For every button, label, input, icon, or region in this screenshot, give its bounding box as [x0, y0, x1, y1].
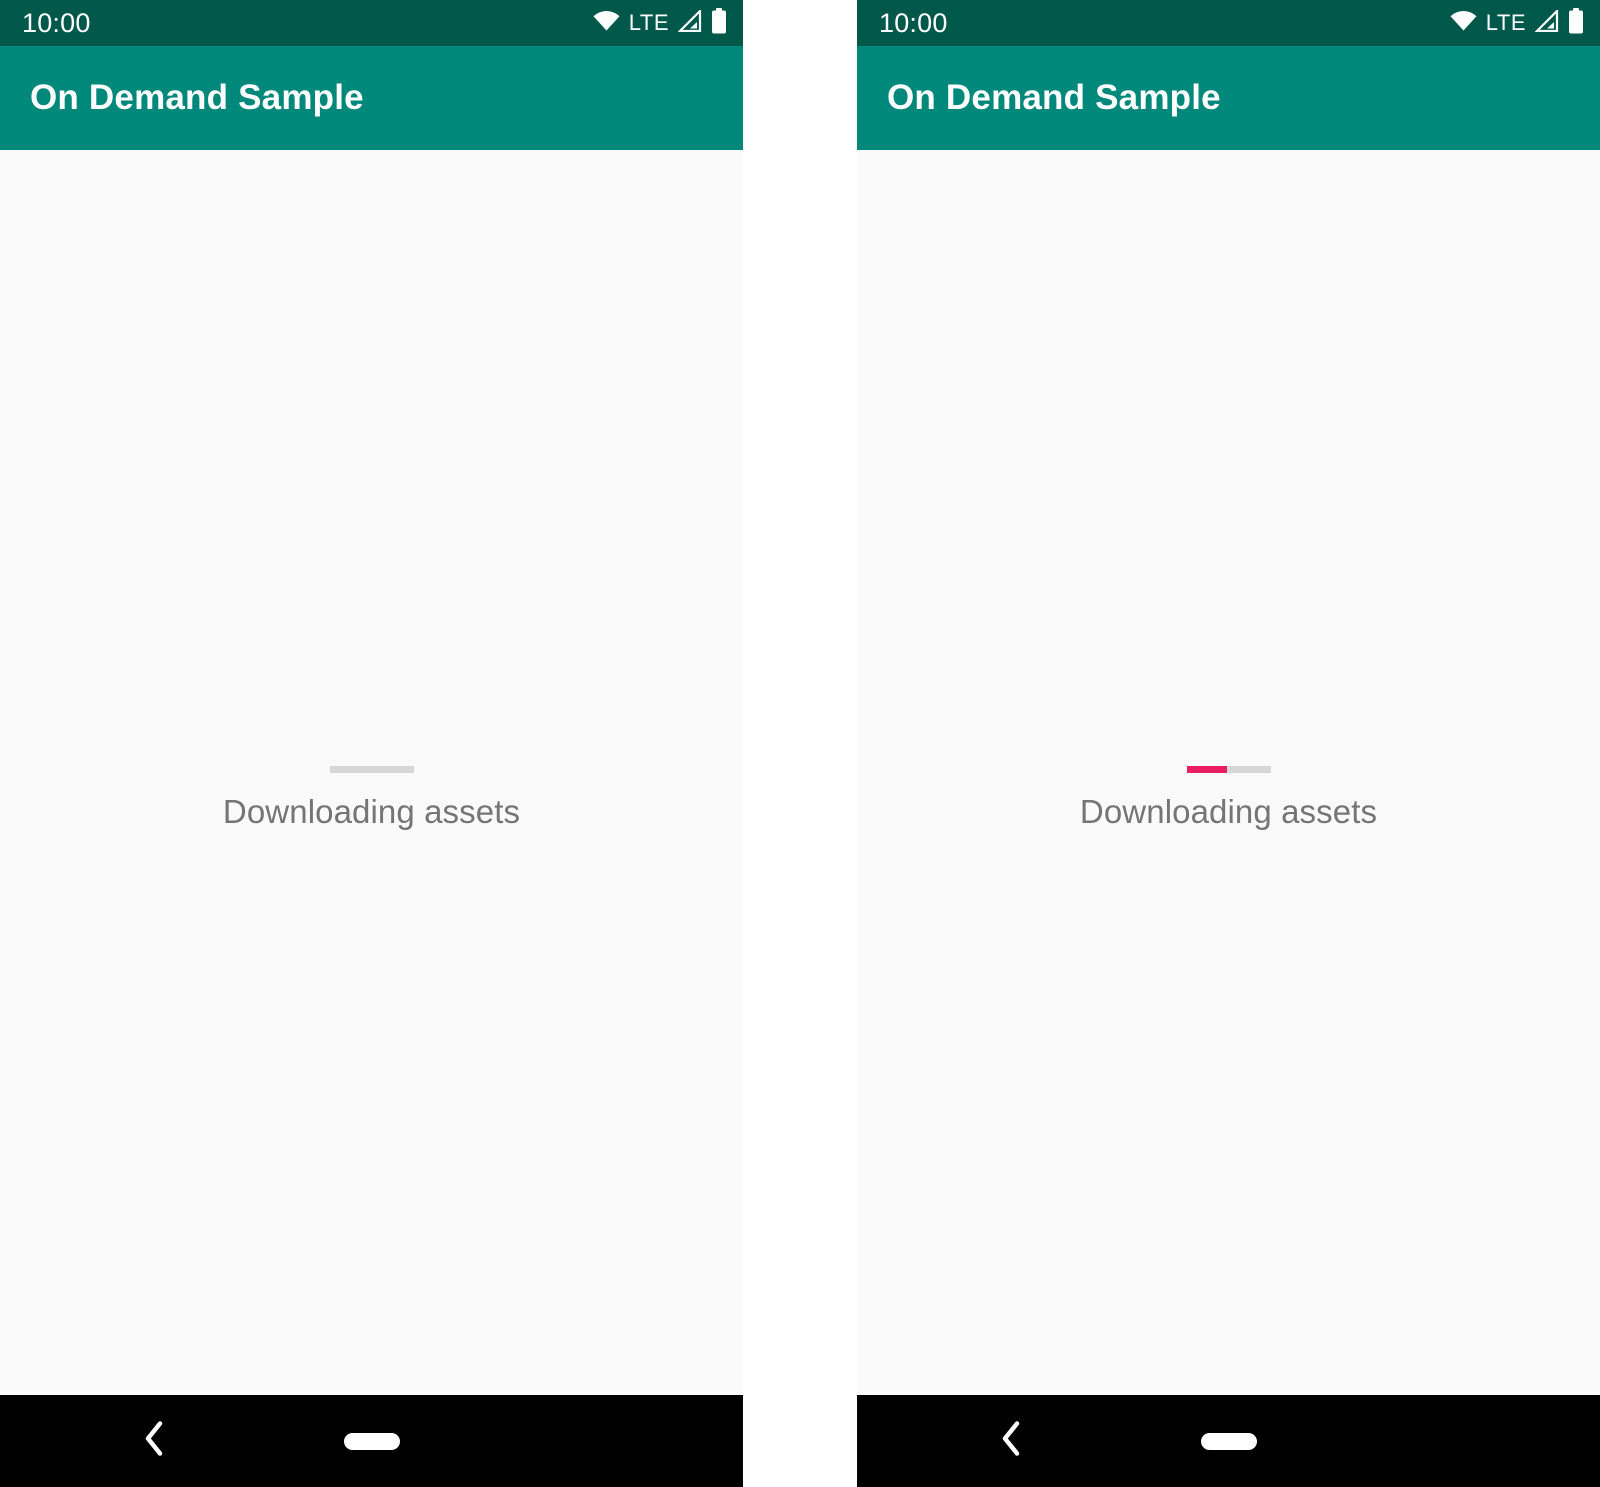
phone-screen-right: 10:00 LTE On Demand Sample Downloading a…	[857, 0, 1600, 1487]
download-progress-bar	[329, 766, 414, 773]
phone-screen-left: 10:00 LTE On Demand Sample Downloading a…	[0, 0, 743, 1487]
back-icon[interactable]	[143, 1421, 165, 1462]
content-area: Downloading assets	[857, 150, 1600, 1395]
home-pill-icon[interactable]	[1200, 1432, 1257, 1450]
status-bar: 10:00 LTE	[0, 0, 743, 46]
screenshot-stage: 10:00 LTE On Demand Sample Downloading a…	[0, 0, 1600, 1487]
download-status-label: Downloading assets	[1079, 793, 1378, 830]
download-progress-fill	[1186, 766, 1227, 773]
battery-icon	[711, 7, 727, 39]
status-bar-icons: LTE	[593, 7, 727, 39]
download-status-block: Downloading assets	[857, 766, 1600, 831]
wifi-icon	[1450, 10, 1477, 36]
status-bar: 10:00 LTE	[857, 0, 1600, 46]
wifi-icon	[593, 10, 620, 36]
download-status-block: Downloading assets	[0, 766, 743, 831]
cellular-signal-icon	[1534, 7, 1559, 37]
app-bar-title: On Demand Sample	[30, 78, 364, 117]
status-bar-icons: LTE	[1450, 7, 1584, 39]
battery-icon	[1568, 7, 1584, 39]
system-navigation-bar	[857, 1395, 1600, 1487]
app-bar: On Demand Sample	[857, 46, 1600, 150]
status-bar-clock: 10:00	[879, 8, 948, 38]
lte-label: LTE	[628, 10, 669, 35]
app-bar: On Demand Sample	[0, 46, 743, 150]
app-bar-title: On Demand Sample	[887, 78, 1221, 117]
cellular-signal-icon	[677, 7, 702, 37]
content-area: Downloading assets	[0, 150, 743, 1395]
download-status-label: Downloading assets	[222, 793, 521, 830]
panel-gutter	[743, 0, 857, 1487]
status-bar-clock: 10:00	[22, 8, 91, 38]
system-navigation-bar	[0, 1395, 743, 1487]
back-icon[interactable]	[1000, 1421, 1022, 1462]
download-progress-bar	[1186, 766, 1271, 773]
lte-label: LTE	[1485, 10, 1526, 35]
home-pill-icon[interactable]	[343, 1432, 400, 1450]
